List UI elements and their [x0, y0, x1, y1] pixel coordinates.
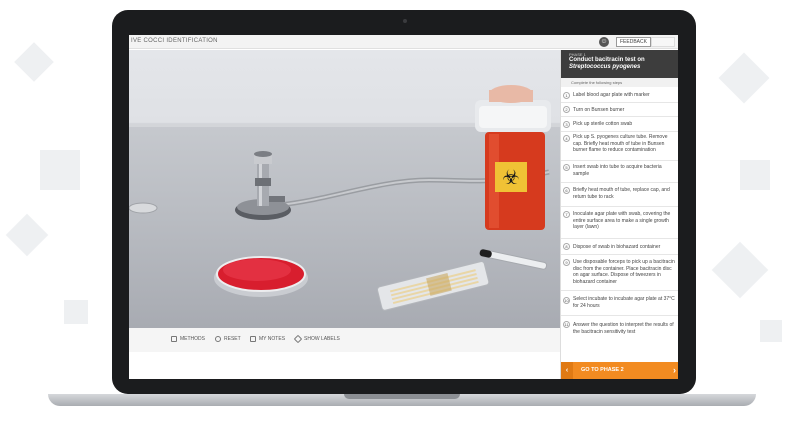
step-item[interactable]: 8 Dispose of swab in biohazard container — [561, 239, 678, 255]
step-item[interactable]: 1 Label blood agar plate with marker — [561, 88, 678, 103]
background-decoration — [64, 300, 88, 324]
step-item[interactable]: 9 Use disposable forceps to pick up a ba… — [561, 255, 678, 291]
lab-scene[interactable]: ☣ — [129, 50, 560, 328]
step-item[interactable]: 5 Insert swab into tube to acquire bacte… — [561, 161, 678, 183]
show-labels-button[interactable]: SHOW LABELS — [293, 334, 340, 344]
step-number: 2 — [563, 106, 570, 113]
go-to-phase-2-button[interactable]: ‹ GO TO PHASE 2 › — [561, 362, 678, 379]
methods-label: METHODS — [180, 336, 205, 342]
notes-button[interactable]: MY NOTES — [250, 336, 285, 342]
step-text: Dispose of swab in biohazard container — [573, 244, 661, 250]
lab-scene-drawing: ☣ — [129, 85, 551, 311]
webcam — [403, 19, 407, 23]
step-text: Insert swab into tube to acquire bacteri… — [573, 164, 662, 177]
laptop-screen: IVE COCCI IDENTIFICATION ☺ FEEDBACK ☣ ME… — [129, 35, 678, 379]
chevron-left-icon[interactable]: ‹ — [561, 362, 573, 379]
chevron-right-icon[interactable]: › — [673, 365, 676, 375]
labels-icon — [293, 334, 303, 344]
step-number: 9 — [563, 259, 570, 266]
step-text: Answer the question to interpret the res… — [573, 322, 674, 335]
go-button-label: GO TO PHASE 2 — [581, 367, 624, 373]
biohazard-container: ☣ — [475, 85, 551, 230]
svg-text:☣: ☣ — [502, 165, 520, 189]
step-item[interactable]: 7 Inoculate agar plate with swab, coveri… — [561, 207, 678, 239]
step-text: Pick up sterile cotton swab — [573, 121, 633, 127]
step-item[interactable]: 2 Turn on Bunsen burner — [561, 103, 678, 117]
secondary-button[interactable] — [651, 37, 675, 47]
step-item[interactable]: 6 Briefly heat mouth of tube, replace ca… — [561, 183, 678, 207]
instruction-panel: PHASE 1 Conduct bacitracin test on Strep… — [560, 50, 678, 379]
reset-icon — [215, 336, 221, 342]
notes-icon — [250, 336, 256, 342]
step-text: Use disposable forceps to pick up a baci… — [573, 259, 675, 285]
disc-dish — [129, 202, 158, 214]
accessibility-icon[interactable]: ☺ — [599, 37, 609, 47]
background-decoration — [40, 150, 80, 190]
notes-label: MY NOTES — [259, 336, 286, 342]
step-number: 10 — [563, 297, 570, 304]
step-item[interactable]: 3 Pick up sterile cotton swab — [561, 117, 678, 132]
background-decoration — [5, 213, 49, 257]
show-labels-label: SHOW LABELS — [304, 336, 340, 342]
phase-header: PHASE 1 Conduct bacitracin test on Strep… — [561, 50, 678, 78]
background-decoration — [718, 52, 770, 104]
feedback-button[interactable]: FEEDBACK — [616, 37, 651, 47]
background-decoration — [14, 42, 54, 82]
step-text: Inoculate agar plate with swab, covering… — [573, 211, 671, 230]
step-number: 4 — [563, 135, 570, 142]
step-item[interactable]: 4 Pick up S. pyogenes culture tube. Remo… — [561, 132, 678, 161]
phase-title: Conduct bacitracin test on — [569, 57, 645, 63]
laptop-notch — [344, 394, 460, 399]
step-text: Pick up S. pyogenes culture tube. Remove… — [573, 134, 668, 153]
reset-label: RESET — [224, 336, 241, 342]
methods-icon — [171, 336, 177, 342]
panel-instruction: Complete the following steps — [561, 78, 678, 87]
top-bar: IVE COCCI IDENTIFICATION ☺ FEEDBACK — [129, 35, 678, 49]
step-text: Select incubate to incubate agar plate a… — [573, 296, 675, 309]
app-title: IVE COCCI IDENTIFICATION — [131, 38, 218, 44]
background-decoration — [711, 241, 769, 299]
swab-package — [376, 261, 490, 311]
step-number: 6 — [563, 187, 570, 194]
bottom-toolbar: METHODS RESET MY NOTES SHOW LABELS — [129, 328, 560, 352]
background-decoration — [740, 160, 770, 190]
bunsen-burner — [235, 151, 291, 220]
step-text: Turn on Bunsen burner — [573, 107, 625, 113]
step-number: 3 — [563, 121, 570, 128]
step-number: 8 — [563, 243, 570, 250]
step-text: Briefly heat mouth of tube, replace cap,… — [573, 187, 670, 200]
step-number: 11 — [563, 321, 570, 328]
phase-organism: Streptococcus pyogenes — [569, 64, 641, 70]
petri-dish — [214, 256, 308, 297]
methods-button[interactable]: METHODS — [171, 336, 205, 342]
bottom-strip — [129, 352, 560, 379]
step-number: 1 — [563, 92, 570, 99]
step-item[interactable]: 11 Answer the question to interpret the … — [561, 316, 678, 360]
step-number: 5 — [563, 164, 570, 171]
step-text: Label blood agar plate with marker — [573, 92, 650, 98]
background-decoration — [760, 320, 782, 342]
marker-pen — [479, 248, 548, 270]
step-number: 7 — [563, 211, 570, 218]
step-item[interactable]: 10 Select incubate to incubate agar plat… — [561, 291, 678, 316]
reset-button[interactable]: RESET — [215, 336, 241, 342]
